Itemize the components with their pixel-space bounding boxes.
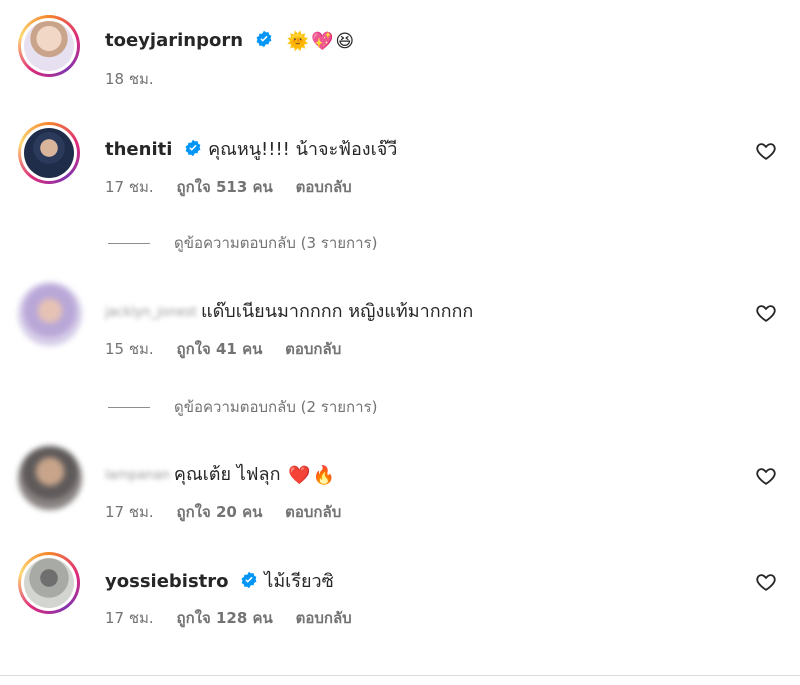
comment-username[interactable]: jacklyn_jonest [105,305,197,320]
heart-emoji: 💖 [310,31,334,52]
reply-button[interactable]: ตอบกลับ [285,340,341,358]
avatar[interactable] [18,15,80,77]
divider [108,407,150,408]
reply-button[interactable]: ตอบกลับ [296,609,352,627]
comment-text: คุณหนู!!!! น้าจะฟ้องเจ๊วี [208,139,398,160]
verified-badge-icon [185,139,201,157]
comment-text: แด๊บเนียนมากกกก หญิงแท้มากกกก [200,301,474,322]
heart-outline-icon[interactable] [755,465,777,487]
avatar[interactable] [18,122,80,184]
heart-outline-icon[interactable] [755,140,777,162]
view-replies-label: ดูข้อความตอบกลับ (2 รายการ) [174,398,378,416]
divider [108,243,150,244]
like-count[interactable]: ถูกใจ 513 คน [176,178,272,196]
view-replies-label: ดูข้อความตอบกลับ (3 รายการ) [174,234,378,252]
view-replies-button[interactable]: ดูข้อความตอบกลับ (3 รายการ) [108,231,377,255]
avatar[interactable] [18,446,82,510]
comment-time: 17 ชม. [105,178,154,196]
avatar[interactable] [18,552,80,614]
comment-username[interactable]: lampanan [105,468,170,483]
like-count[interactable]: ถูกใจ 20 คน [176,503,262,521]
laughing-emoji: 😆 [335,31,355,52]
sun-emoji: 🌞 [286,31,309,52]
avatar[interactable] [18,282,82,346]
comment-time: 17 ชม. [105,503,154,521]
heart-outline-icon[interactable] [755,302,777,324]
verified-badge-icon [256,30,272,48]
like-count[interactable]: ถูกใจ 128 คน [176,609,272,627]
comment-text: คุณเต้ย ไฟลุก [173,464,281,485]
comment-username[interactable]: yossiebistro [105,571,229,592]
reply-button[interactable]: ตอบกลับ [285,503,341,521]
fire-emoji: 🔥 [312,465,336,486]
comment-time: 17 ชม. [105,609,154,627]
comment-time: 15 ชม. [105,340,154,358]
like-count[interactable]: ถูกใจ 41 คน [176,340,262,358]
comment-username[interactable]: toeyjarinporn [105,30,243,51]
divider [0,675,800,676]
comment-time: 18 ชม. [105,70,154,88]
red-heart-emoji: ❤️ [288,465,311,486]
view-replies-button[interactable]: ดูข้อความตอบกลับ (2 รายการ) [108,395,377,419]
verified-badge-icon [241,571,257,589]
comment-username[interactable]: theniti [105,139,172,160]
comment-text: ไม้เรียวซิ [264,571,334,592]
reply-button[interactable]: ตอบกลับ [296,178,352,196]
heart-outline-icon[interactable] [755,571,777,593]
